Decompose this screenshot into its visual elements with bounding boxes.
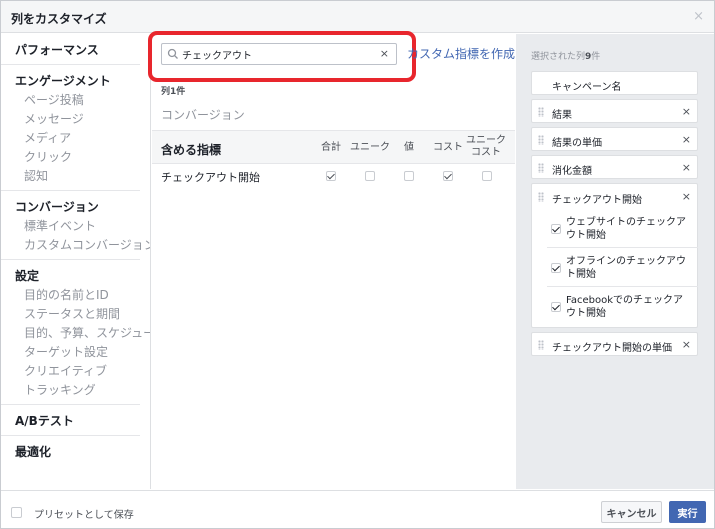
selected-column-amount-spent[interactable]: 消化金額 × — [531, 155, 698, 179]
save-preset-label: プリセットとして保存 — [34, 510, 134, 521]
sidebar-group-optimization: 最適化 — [1, 436, 140, 466]
selected-columns-count: 選択された列9件 — [531, 52, 601, 62]
remove-icon[interactable]: × — [682, 161, 691, 174]
sidebar-item-conversions[interactable]: コンバージョン — [1, 194, 140, 217]
search-input[interactable] — [182, 46, 372, 62]
sidebar-group-ab-test: A/Bテスト — [1, 405, 140, 436]
column-header-value: 値 — [404, 142, 414, 153]
sidebar-item-optimization[interactable]: 最適化 — [1, 439, 140, 462]
table-row: チェックアウト開始 — [152, 165, 515, 191]
cancel-button[interactable]: キャンセル — [601, 501, 662, 523]
sidebar-item-performance[interactable]: パフォーマンス — [1, 37, 140, 60]
checkbox-total[interactable] — [326, 171, 336, 181]
column-header-unique-cost: ユニーク コスト — [466, 135, 506, 158]
drag-handle-icon[interactable] — [538, 135, 544, 145]
sub-metric-checkbox[interactable] — [551, 263, 561, 273]
checkbox-value[interactable] — [404, 171, 414, 181]
sub-metric-checkbox[interactable] — [551, 302, 561, 312]
dialog-title: 列をカスタマイズ — [11, 12, 107, 26]
sidebar-item-name-id[interactable]: 目的の名前とID — [1, 286, 140, 305]
column-header-total: 合計 — [321, 142, 341, 153]
metrics-panel: × カスタム指標を作成 列1件 コンバージョン 含める指標 合計 ユニーク 値 … — [148, 31, 515, 489]
sidebar-item-clicks[interactable]: クリック — [1, 148, 140, 167]
sidebar-item-tracking[interactable]: トラッキング — [1, 381, 140, 400]
results-count: 列1件 — [161, 87, 186, 97]
sidebar-item-messages[interactable]: メッセージ — [1, 110, 140, 129]
list-item[interactable]: ウェブサイトのチェックアウト開始 — [547, 210, 698, 248]
remove-icon[interactable]: × — [682, 338, 691, 351]
drag-handle-icon[interactable] — [538, 163, 544, 173]
sidebar-group-engagement: エンゲージメント ページ投稿 メッセージ メディア クリック 認知 — [1, 65, 140, 191]
apply-button[interactable]: 実行 — [669, 501, 706, 523]
selected-column-results[interactable]: 結果 × — [531, 99, 698, 123]
sidebar-item-engagement[interactable]: エンゲージメント — [1, 68, 140, 91]
category-sidebar: パフォーマンス エンゲージメント ページ投稿 メッセージ メディア クリック 認… — [1, 34, 151, 489]
customize-columns-dialog: 列をカスタマイズ × パフォーマンス エンゲージメント ページ投稿 メッセージ … — [0, 0, 715, 529]
sidebar-item-custom-conversions[interactable]: カスタムコンバージョン — [1, 236, 150, 255]
drag-handle-icon[interactable] — [538, 340, 544, 350]
close-icon[interactable]: × — [693, 9, 704, 24]
sidebar-item-creative[interactable]: クリエイティブ — [1, 362, 140, 381]
sidebar-group-performance: パフォーマンス — [1, 34, 140, 65]
search-icon — [167, 48, 178, 59]
column-header-unique: ユニーク — [350, 142, 390, 153]
metrics-table-header: 含める指標 合計 ユニーク 値 コスト ユニーク コスト — [152, 130, 515, 164]
column-header-cost: コスト — [433, 142, 463, 153]
sidebar-item-objective-budget[interactable]: 目的、予算、スケジュール — [1, 324, 150, 343]
sub-metric-checkbox[interactable] — [551, 224, 561, 234]
dialog-header: 列をカスタマイズ × — [1, 1, 714, 33]
save-preset-checkbox[interactable] — [11, 507, 22, 518]
checkbox-unique[interactable] — [365, 171, 375, 181]
list-item[interactable]: オフラインのチェックアウト開始 — [547, 249, 698, 287]
clear-search-icon[interactable]: × — [380, 47, 389, 60]
selected-column-cost-per-result[interactable]: 結果の単価 × — [531, 127, 698, 151]
dialog-footer: プリセットとして保存 キャンセル 実行 — [1, 490, 714, 528]
selected-columns-panel: 選択された列9件 キャンペーン名 結果 × 結果の単価 × 消化金額 × チェッ… — [516, 34, 714, 489]
sidebar-item-targeting[interactable]: ターゲット設定 — [1, 343, 140, 362]
checkout-sub-metrics: ウェブサイトのチェックアウト開始 オフラインのチェックアウト開始 Faceboo… — [547, 210, 698, 327]
remove-icon[interactable]: × — [682, 133, 691, 146]
sidebar-item-page-posts[interactable]: ページ投稿 — [1, 91, 140, 110]
sidebar-group-settings: 設定 目的の名前とID ステータスと期間 目的、予算、スケジュール ターゲット設… — [1, 260, 150, 405]
create-custom-metric-link[interactable]: カスタム指標を作成 — [407, 45, 515, 62]
sidebar-item-media[interactable]: メディア — [1, 129, 140, 148]
selected-column-cost-per-checkout[interactable]: チェックアウト開始の単価 × — [531, 332, 698, 356]
metric-label-checkout-start: チェックアウト開始 — [161, 171, 260, 184]
list-item[interactable]: Facebookでのチェックアウト開始 — [547, 288, 698, 326]
results-section-label: コンバージョン — [161, 108, 245, 122]
remove-icon[interactable]: × — [682, 190, 691, 203]
drag-handle-icon[interactable] — [538, 192, 544, 202]
include-metrics-header: 含める指標 — [161, 143, 222, 157]
sidebar-item-ab-test[interactable]: A/Bテスト — [1, 408, 140, 431]
sidebar-group-conversions: コンバージョン 標準イベント カスタムコンバージョン — [1, 191, 150, 260]
search-box[interactable]: × — [148, 31, 416, 82]
selected-column-checkout-start[interactable]: チェックアウト開始 × ウェブサイトのチェックアウト開始 オフラインのチェックア… — [531, 183, 698, 328]
checkbox-cost[interactable] — [443, 171, 453, 181]
sidebar-item-settings[interactable]: 設定 — [1, 263, 140, 286]
selected-column-campaign-name: キャンペーン名 — [531, 71, 698, 95]
sidebar-item-status-period[interactable]: ステータスと期間 — [1, 305, 140, 324]
sidebar-item-standard-events[interactable]: 標準イベント — [1, 217, 140, 236]
drag-handle-icon[interactable] — [538, 107, 544, 117]
remove-icon[interactable]: × — [682, 105, 691, 118]
sidebar-item-awareness[interactable]: 認知 — [1, 167, 140, 186]
checkbox-unique-cost[interactable] — [482, 171, 492, 181]
